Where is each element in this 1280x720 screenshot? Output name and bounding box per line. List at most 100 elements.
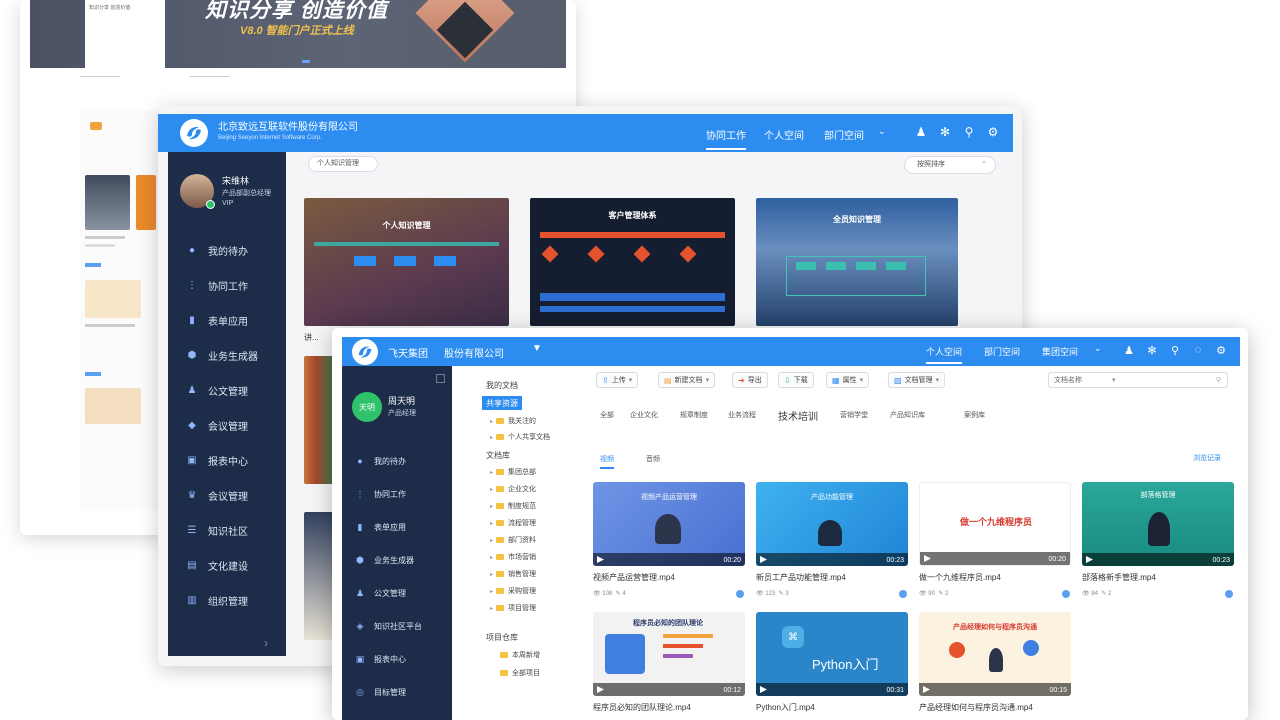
back-thumb[interactable] — [85, 280, 141, 318]
sidebar-item-org[interactable]: ▥ 组织管理 — [168, 588, 286, 612]
download-button[interactable]: ⇩ 下载 — [778, 372, 814, 388]
sidebar-item-reports[interactable]: ▣ 报表中心 — [342, 648, 452, 670]
sidebar-item-culture[interactable]: ▤ 文化建设 — [168, 553, 286, 577]
message-icon[interactable]: ◌ — [1191, 344, 1205, 356]
upload-button[interactable]: ⇪ 上传 ▾ — [596, 372, 639, 388]
tree-item[interactable]: ▸ 集团总部 — [490, 465, 536, 479]
collapse-icon[interactable]: › — [264, 636, 268, 650]
video-thumbnail[interactable]: 程序员必知的团队理论 00:12 — [593, 612, 745, 696]
properties-button[interactable]: ▦ 属性 ▾ — [826, 372, 870, 388]
tree-item[interactable]: ▸ 流程管理 — [490, 516, 536, 530]
search-icon[interactable]: ⚲ — [1168, 344, 1182, 357]
back-thumb[interactable] — [85, 388, 141, 424]
tree-item[interactable]: ▸ 部门资料 — [490, 533, 536, 547]
video-title[interactable]: 视频产品运营管理.mp4 — [593, 572, 675, 583]
tree-item[interactable]: ▸ 我关注的 — [490, 414, 536, 428]
sidebar-item-docs[interactable]: ♟ 公文管理 — [342, 582, 452, 604]
share-icon[interactable] — [736, 590, 744, 598]
video-title[interactable]: Python入门.mp4 — [756, 702, 815, 713]
sidebar-item-todo[interactable]: ● 我的待办 — [168, 238, 286, 262]
topnav-item[interactable]: 个人空间 — [764, 127, 804, 142]
tree-section[interactable]: 文档库 — [486, 448, 510, 462]
company-name[interactable]: 股份有限公司 — [444, 345, 504, 360]
video-title[interactable]: 部落格新手管理.mp4 — [1082, 572, 1156, 583]
notification-icon[interactable]: ♟ — [1122, 344, 1136, 357]
tree-item-active[interactable]: 共享资源 — [482, 396, 522, 410]
company-logo[interactable] — [352, 339, 378, 365]
video-thumbnail[interactable]: 视频产品运营管理 00:20 — [593, 482, 745, 566]
sidebar-item-collab[interactable]: ⋮ 协同工作 — [168, 273, 286, 297]
apps-icon[interactable]: ✻ — [938, 125, 952, 139]
history-link[interactable]: 浏览记录 — [1193, 453, 1221, 463]
back-thumb[interactable] — [136, 175, 156, 230]
sidebar-item-meetings[interactable]: ♛ 会议管理 — [168, 483, 286, 507]
knowledge-card[interactable]: 全员知识管理 — [756, 198, 958, 326]
share-icon[interactable] — [1225, 590, 1233, 598]
topnav-item[interactable]: 个人空间 — [926, 345, 963, 364]
sidebar-item-meeting[interactable]: ◆ 会议管理 — [168, 413, 286, 437]
topnav-item[interactable]: 部门空间 — [824, 127, 864, 142]
back-thumb[interactable] — [85, 175, 130, 230]
topnav-item[interactable]: 集团空间 — [1042, 345, 1078, 358]
tree-item[interactable]: ▸ 采购管理 — [490, 584, 536, 598]
knowledge-card-partial[interactable] — [304, 512, 334, 640]
video-thumbnail[interactable]: 产品功能管理 00:23 — [756, 482, 908, 566]
chevron-down-icon[interactable]: ⌄ — [878, 126, 886, 137]
tree-item[interactable]: ▸ 项目管理 — [490, 601, 536, 615]
sidebar-item-knowledge[interactable]: ☰ 知识社区 — [168, 518, 286, 542]
sidebar-item-builder[interactable]: ⬢ 业务生成器 — [342, 549, 452, 571]
sidebar-item-collab[interactable]: ⋮ 协同工作 — [342, 483, 452, 505]
tab-video[interactable]: 视频 — [600, 454, 614, 469]
chevron-down-icon[interactable]: ⌄ — [1094, 343, 1102, 354]
tree-item[interactable]: 全部项目 — [500, 666, 540, 680]
tree-item[interactable]: 本周新增 — [500, 648, 540, 662]
company-logo[interactable] — [180, 119, 208, 147]
tree-section[interactable]: 项目仓库 — [486, 630, 518, 644]
settings-icon[interactable]: ⚙ — [986, 125, 1000, 139]
play-icon[interactable] — [597, 556, 604, 563]
banner-pager-dot[interactable] — [302, 60, 310, 63]
play-icon[interactable] — [760, 556, 767, 563]
tab-audio[interactable]: 音频 — [646, 454, 660, 464]
play-icon[interactable] — [924, 555, 931, 562]
sidebar-item-forms[interactable]: ▮ 表单应用 — [342, 516, 452, 538]
sidebar-item-knowledge[interactable]: ◈ 知识社区平台 — [342, 615, 452, 637]
category-tab-active[interactable]: 技术培训 — [778, 408, 818, 423]
play-icon[interactable] — [760, 686, 767, 693]
tree-item[interactable]: ▸ 制度规范 — [490, 499, 536, 513]
search-icon[interactable]: ⚲ — [962, 125, 976, 139]
tree-section[interactable]: 我的文档 — [486, 378, 518, 392]
video-title[interactable]: 产品经理如何与程序员沟通.mp4 — [919, 702, 1033, 713]
sidebar-item-docs[interactable]: ♟ 公文管理 — [168, 378, 286, 402]
play-icon[interactable] — [597, 686, 604, 693]
caret-down-icon[interactable]: ▼ — [532, 343, 542, 354]
category-tab[interactable]: 产品知识库 — [890, 410, 925, 420]
sidebar-item-builder[interactable]: ⬢ 业务生成器 — [168, 343, 286, 367]
share-icon[interactable] — [899, 590, 907, 598]
video-title[interactable]: 做一个九维程序员.mp4 — [919, 572, 1001, 583]
category-tab[interactable]: 营销学堂 — [840, 410, 868, 420]
tree-item[interactable]: ▸ 销售管理 — [490, 567, 536, 581]
video-title[interactable]: 新员工产品功能管理.mp4 — [756, 572, 846, 583]
video-thumbnail[interactable]: 部落格管理 00:23 — [1082, 482, 1234, 566]
video-thumbnail[interactable]: 产品经理如何与程序员沟通 00:15 — [919, 612, 1071, 696]
back-tab[interactable] — [85, 263, 101, 267]
video-thumbnail[interactable]: ⌘ Python入门 00:31 — [756, 612, 908, 696]
category-tab[interactable]: 企业文化 — [630, 410, 658, 420]
share-icon[interactable] — [1062, 590, 1070, 598]
breadcrumb[interactable]: 个人知识管理 — [308, 156, 378, 172]
search-input[interactable]: 文档名称 ▾ ⚲ — [1048, 372, 1228, 388]
export-button[interactable]: ➔ 导出 — [732, 372, 768, 388]
play-icon[interactable] — [1086, 556, 1093, 563]
knowledge-card-partial[interactable] — [304, 356, 334, 484]
category-tab[interactable]: 规章制度 — [680, 410, 708, 420]
sort-select[interactable]: 按照排序 ⌃ — [904, 156, 996, 174]
doc-manage-button[interactable]: ▧ 文档管理 ▾ — [888, 372, 946, 388]
notification-icon[interactable]: ♟ — [914, 125, 928, 139]
knowledge-card[interactable]: 客户管理体系 — [530, 198, 735, 326]
category-tab[interactable]: 全部 — [600, 410, 614, 420]
collapse-icon[interactable] — [436, 374, 445, 383]
video-thumbnail[interactable]: 做一个九维程序员 00:20 — [919, 482, 1071, 566]
topnav-item[interactable]: 部门空间 — [984, 345, 1020, 358]
tree-item[interactable]: ▸ 市场营销 — [490, 550, 536, 564]
